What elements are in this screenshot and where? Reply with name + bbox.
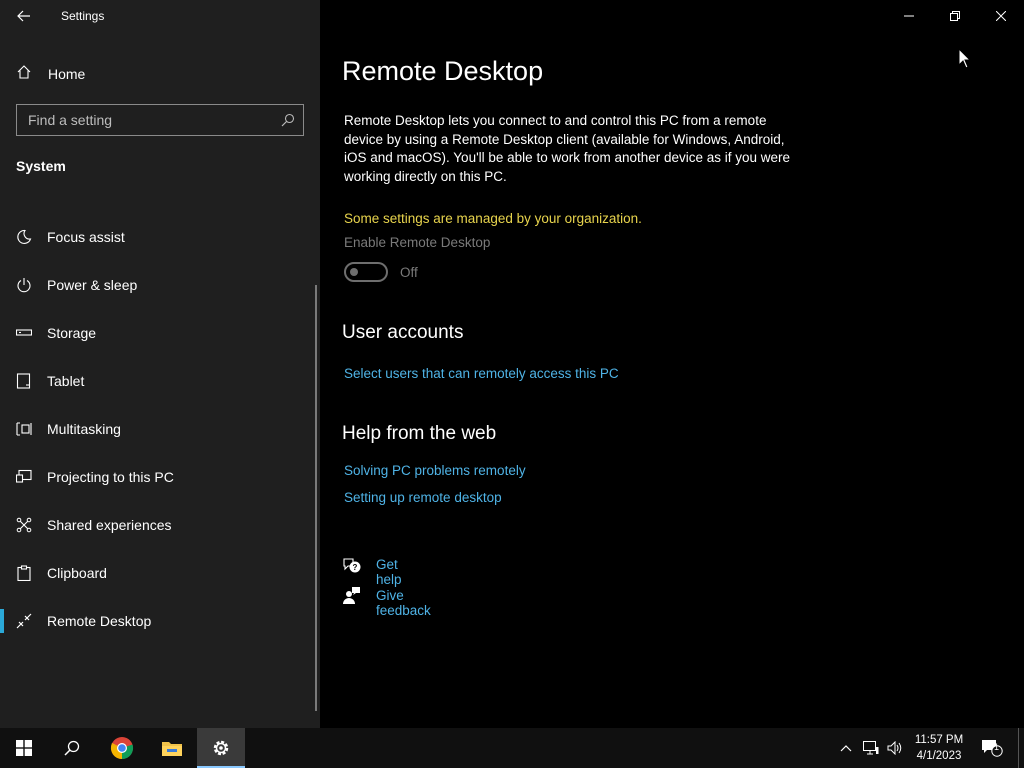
windows-logo-icon bbox=[16, 740, 32, 756]
restore-icon bbox=[950, 11, 960, 21]
window-title: Settings bbox=[61, 9, 105, 23]
enable-remote-desktop-toggle[interactable] bbox=[344, 262, 388, 282]
sidebar-item-storage[interactable]: Storage bbox=[0, 313, 316, 353]
sidebar-item-focus-assist[interactable]: Focus assist bbox=[0, 217, 316, 257]
tablet-icon bbox=[16, 373, 31, 389]
managed-notice: Some settings are managed by your organi… bbox=[344, 211, 642, 226]
toggle-knob bbox=[350, 268, 358, 276]
give-feedback-label: Give feedback bbox=[376, 588, 431, 618]
home-icon bbox=[17, 65, 31, 79]
sidebar-scrollbar[interactable] bbox=[315, 285, 317, 711]
get-help-icon: ? bbox=[343, 558, 361, 573]
minimize-icon bbox=[904, 15, 914, 17]
help-heading: Help from the web bbox=[342, 423, 497, 444]
back-button[interactable] bbox=[8, 4, 40, 28]
clipboard-icon bbox=[17, 565, 31, 581]
chrome-taskbar-button[interactable] bbox=[98, 728, 146, 768]
toggle-label: Enable Remote Desktop bbox=[344, 235, 491, 250]
sidebar-item-label: Shared experiences bbox=[47, 517, 172, 533]
help-link-setting-up[interactable]: Setting up remote desktop bbox=[344, 490, 502, 505]
network-icon bbox=[863, 741, 879, 755]
notification-icon bbox=[982, 740, 1003, 757]
sidebar-item-tablet[interactable]: Tablet bbox=[0, 361, 316, 401]
select-users-link[interactable]: Select users that can remotely access th… bbox=[344, 366, 619, 381]
sidebar-home-label: Home bbox=[48, 66, 86, 82]
main-content bbox=[320, 0, 1024, 728]
sidebar-item-label: Multitasking bbox=[47, 421, 121, 437]
volume-button[interactable] bbox=[884, 728, 906, 768]
sidebar-home[interactable]: Home bbox=[0, 56, 320, 90]
taskbar: 11:57 PM 4/1/2023 1 bbox=[0, 728, 1024, 768]
restore-button[interactable] bbox=[932, 0, 978, 32]
action-center-button[interactable]: 1 bbox=[978, 728, 1006, 768]
sidebar-item-label: Storage bbox=[47, 325, 97, 341]
projecting-icon bbox=[16, 469, 32, 483]
speaker-icon bbox=[887, 741, 902, 755]
sidebar-item-remote-desktop[interactable]: Remote Desktop bbox=[0, 601, 316, 641]
section-heading: System bbox=[16, 158, 66, 174]
toggle-state-text: Off bbox=[400, 265, 418, 280]
search-icon bbox=[64, 740, 80, 756]
sidebar-item-label: Tablet bbox=[47, 373, 85, 389]
sidebar-item-label: Focus assist bbox=[47, 229, 125, 245]
start-button[interactable] bbox=[0, 728, 48, 768]
sidebar-item-label: Projecting to this PC bbox=[47, 469, 174, 485]
sidebar-item-projecting[interactable]: Projecting to this PC bbox=[0, 457, 316, 497]
chevron-up-icon bbox=[840, 745, 852, 752]
file-explorer-taskbar-button[interactable] bbox=[148, 728, 196, 768]
sidebar-item-power-sleep[interactable]: Power & sleep bbox=[0, 265, 316, 305]
shared-experiences-icon bbox=[16, 517, 32, 533]
close-button[interactable] bbox=[978, 0, 1024, 32]
moon-icon bbox=[17, 229, 32, 245]
sidebar-item-label: Remote Desktop bbox=[47, 613, 152, 629]
sidebar: Settings Home System Focus assist Power … bbox=[0, 0, 320, 728]
search-box[interactable] bbox=[16, 104, 304, 136]
clock-time: 11:57 PM bbox=[914, 734, 964, 746]
network-button[interactable] bbox=[860, 728, 882, 768]
remote-desktop-icon bbox=[16, 613, 32, 629]
get-help-label: Get help bbox=[376, 557, 402, 587]
sidebar-item-label: Clipboard bbox=[47, 565, 107, 581]
power-icon bbox=[17, 278, 31, 293]
notification-count: 1 bbox=[994, 742, 1000, 752]
settings-taskbar-button[interactable] bbox=[197, 728, 245, 768]
search-input[interactable] bbox=[17, 105, 267, 135]
back-arrow-icon bbox=[17, 10, 30, 22]
storage-icon bbox=[16, 329, 32, 336]
user-accounts-heading: User accounts bbox=[342, 322, 464, 343]
search-icon[interactable] bbox=[281, 113, 295, 127]
svg-text:?: ? bbox=[353, 563, 358, 572]
gear-icon bbox=[213, 740, 229, 756]
show-hidden-icons-button[interactable] bbox=[836, 728, 856, 768]
folder-icon bbox=[162, 742, 182, 756]
mouse-cursor-icon bbox=[958, 48, 972, 69]
close-icon bbox=[996, 11, 1006, 21]
taskbar-search-button[interactable] bbox=[48, 728, 96, 768]
clock[interactable]: 11:57 PM 4/1/2023 bbox=[906, 732, 972, 764]
multitasking-icon bbox=[16, 422, 32, 436]
sidebar-item-clipboard[interactable]: Clipboard bbox=[0, 553, 316, 593]
minimize-button[interactable] bbox=[886, 0, 932, 32]
selected-indicator bbox=[0, 609, 4, 633]
show-desktop-button[interactable] bbox=[1018, 728, 1024, 768]
page-title: Remote Desktop bbox=[342, 56, 544, 86]
feedback-icon bbox=[343, 587, 360, 604]
chrome-icon bbox=[110, 737, 134, 760]
sidebar-item-label: Power & sleep bbox=[47, 277, 138, 293]
clock-date: 4/1/2023 bbox=[916, 750, 962, 762]
description-text: Remote Desktop lets you connect to and c… bbox=[344, 113, 791, 184]
sidebar-item-multitasking[interactable]: Multitasking bbox=[0, 409, 316, 449]
help-link-solving-problems[interactable]: Solving PC problems remotely bbox=[344, 463, 526, 478]
sidebar-item-shared-experiences[interactable]: Shared experiences bbox=[0, 505, 316, 545]
